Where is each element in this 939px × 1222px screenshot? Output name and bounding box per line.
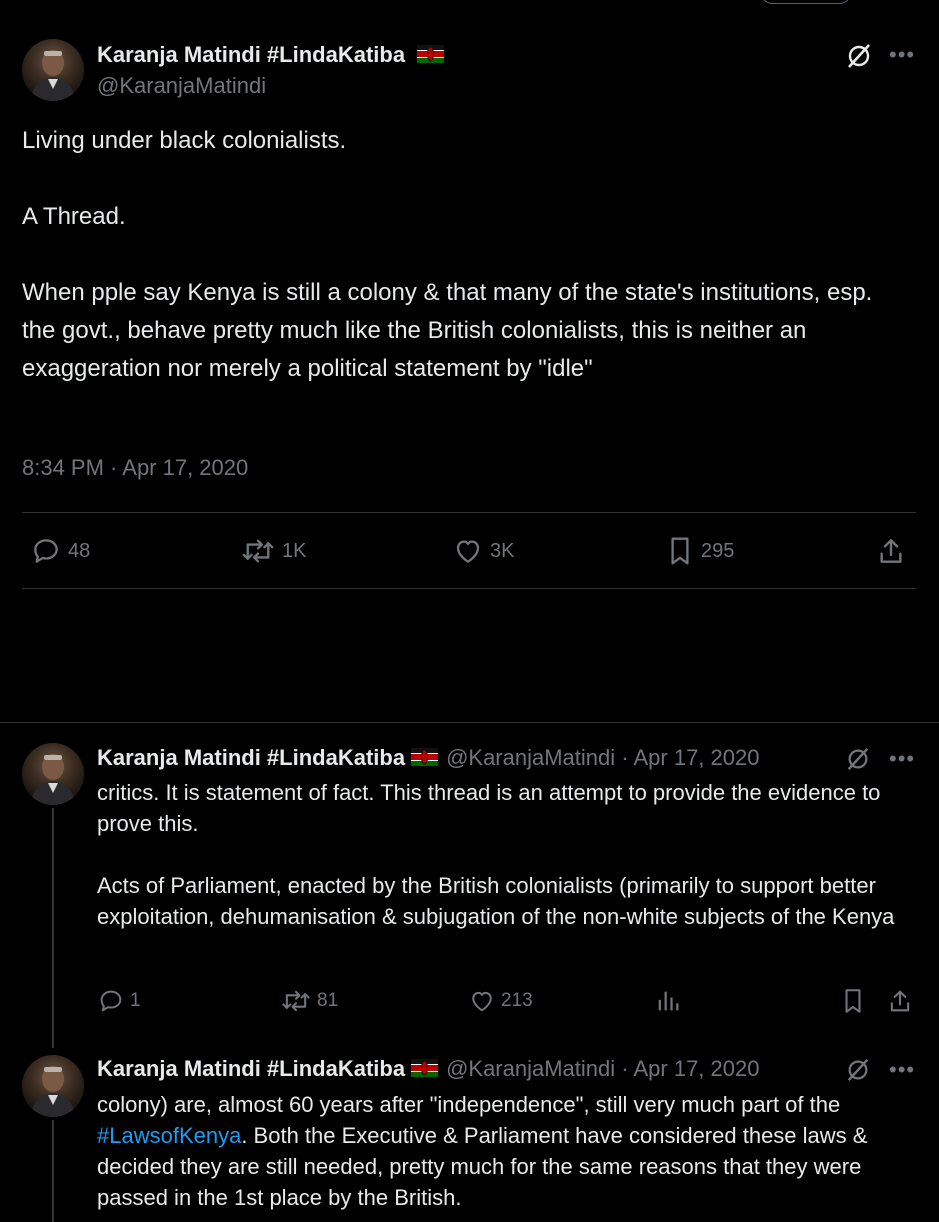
bookmark-button[interactable] <box>840 987 866 1015</box>
like-count: 213 <box>501 990 533 1011</box>
thread-line <box>52 1120 54 1222</box>
retweet-button[interactable]: 81 <box>280 987 338 1015</box>
share-button[interactable] <box>886 987 914 1015</box>
share-icon <box>890 990 910 1012</box>
bookmark-count: 295 <box>701 539 735 562</box>
reply-icon <box>100 990 122 1012</box>
retweet-count: 81 <box>317 990 339 1011</box>
reply-text-part: colony) are, almost 60 years after "inde… <box>97 1092 841 1117</box>
author-name-text: Karanja Matindi #LindaKatiba <box>97 42 406 67</box>
like-button[interactable]: 3K <box>452 535 514 567</box>
reply-paragraph: critics. It is statement of fact. This t… <box>97 780 881 836</box>
avatar[interactable] <box>22 1055 84 1117</box>
retweet-count: 1K <box>282 539 307 562</box>
share-button[interactable] <box>875 535 907 567</box>
more-options-icon[interactable]: ••• <box>889 1059 915 1081</box>
reply-count: 1 <box>130 990 141 1011</box>
kenya-flag-icon <box>411 746 439 772</box>
grok-icon[interactable] <box>843 40 875 72</box>
analytics-icon <box>658 991 679 1011</box>
avatar[interactable] <box>22 743 84 805</box>
reply-text: colony) are, almost 60 years after "inde… <box>97 1089 917 1213</box>
reply-header: Karanja Matindi #LindaKatiba @KaranjaMati… <box>97 1056 759 1083</box>
tweet-paragraph: A Thread. <box>22 203 126 230</box>
reply-text: critics. It is statement of fact. This t… <box>97 777 917 932</box>
grok-icon[interactable] <box>843 1055 873 1085</box>
top-pill-button[interactable] <box>760 0 852 4</box>
divider <box>22 512 916 513</box>
kenya-flag-icon <box>417 43 445 69</box>
author-name[interactable]: Karanja Matindi #LindaKatiba <box>97 42 445 69</box>
tweet-paragraph: Living under black colonialists. <box>22 127 347 154</box>
retweet-button[interactable]: 1K <box>240 535 306 567</box>
reply-paragraph: Acts of Parliament, enacted by the Briti… <box>97 873 895 929</box>
like-button[interactable]: 213 <box>468 987 533 1015</box>
reply-meta[interactable]: @KaranjaMatindi · Apr 17, 2020 <box>446 745 759 770</box>
thread-line <box>52 808 54 1048</box>
tweet-paragraph: When pple say Kenya is still a colony & … <box>22 279 873 382</box>
more-options-icon[interactable]: ••• <box>889 748 915 770</box>
views-button[interactable] <box>654 987 682 1015</box>
heart-icon <box>456 540 480 563</box>
reply-button[interactable]: 48 <box>30 535 90 567</box>
reply-header: Karanja Matindi #LindaKatiba @KaranjaMati… <box>97 745 759 772</box>
tweet-timestamp[interactable]: 8:34 PM · Apr 17, 2020 <box>22 455 248 481</box>
section-separator <box>0 722 939 723</box>
author-name[interactable]: Karanja Matindi #LindaKatiba <box>97 1056 405 1081</box>
reply-count: 48 <box>68 539 91 562</box>
more-options-icon[interactable]: ••• <box>889 44 915 66</box>
divider <box>22 588 916 589</box>
avatar[interactable] <box>22 39 84 101</box>
like-count: 3K <box>490 539 515 562</box>
share-icon <box>880 539 902 563</box>
bookmark-icon <box>845 989 861 1013</box>
reply-meta[interactable]: @KaranjaMatindi · Apr 17, 2020 <box>446 1056 759 1081</box>
reply-button[interactable]: 1 <box>97 987 141 1015</box>
tweet-text: Living under black colonialists. A Threa… <box>22 122 902 388</box>
grok-icon[interactable] <box>843 744 873 774</box>
kenya-flag-icon <box>411 1057 439 1083</box>
retweet-icon <box>242 539 274 563</box>
retweet-icon <box>282 990 310 1012</box>
hashtag-link[interactable]: #LawsofKenya <box>97 1123 241 1148</box>
bookmark-button[interactable]: 295 <box>665 535 734 567</box>
author-handle[interactable]: @KaranjaMatindi <box>97 73 266 99</box>
author-name[interactable]: Karanja Matindi #LindaKatiba <box>97 745 405 770</box>
heart-icon <box>472 991 492 1012</box>
bookmark-icon <box>671 537 689 565</box>
reply-icon <box>34 539 58 563</box>
